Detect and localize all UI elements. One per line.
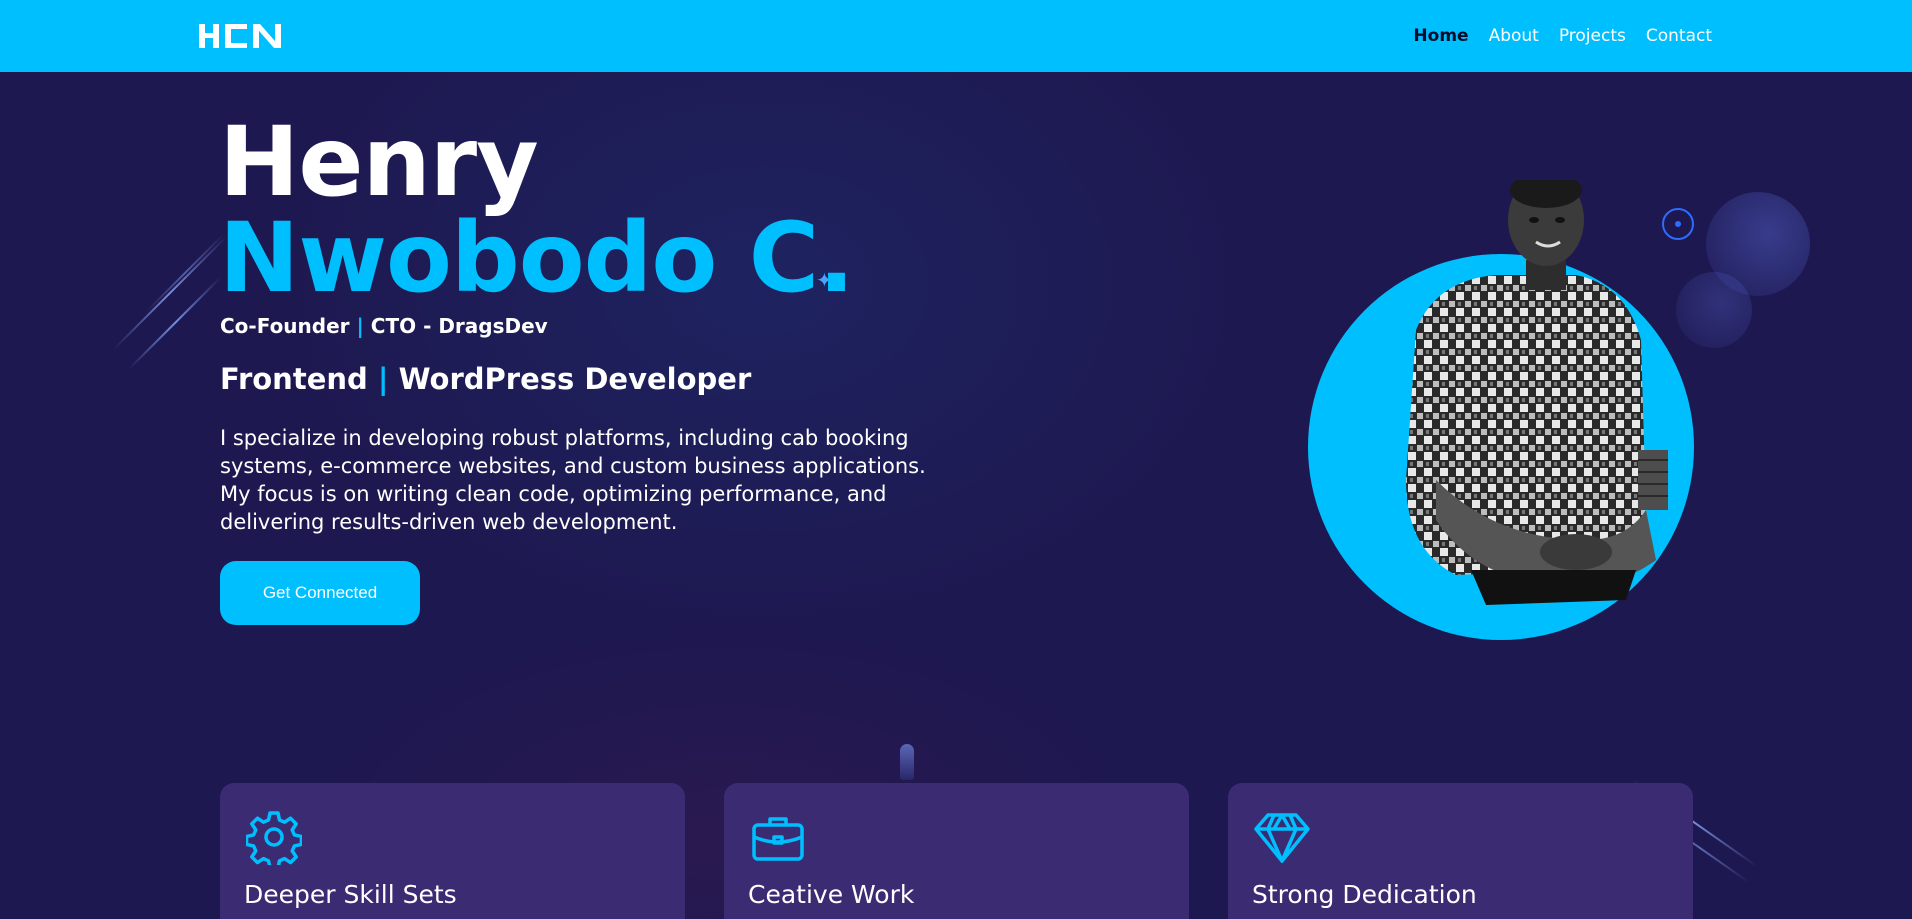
role-line: Co-Founder | CTO - DragsDev <box>220 314 548 338</box>
get-connected-button[interactable]: Get Connected <box>220 561 420 625</box>
role-separator: | <box>356 314 364 338</box>
light-streak-decoration <box>145 233 225 313</box>
card-title: Strong Dedication <box>1252 880 1477 909</box>
title-separator: | <box>377 362 389 396</box>
hero-last-name: Nwobodo C. <box>219 202 855 314</box>
job-title: Frontend | WordPress Developer <box>220 362 751 396</box>
feature-card-work: Ceative Work <box>724 783 1189 919</box>
role-cofounder: Co-Founder <box>220 314 350 338</box>
logo-mark-icon <box>199 24 281 48</box>
person-photo <box>1406 180 1668 605</box>
feature-card-skills: Deeper Skill Sets <box>220 783 685 919</box>
nav-about-link[interactable]: About <box>1489 26 1539 46</box>
diamond-icon <box>1254 813 1310 863</box>
bio-paragraph: I specialize in developing robust platfo… <box>220 426 926 534</box>
top-navbar: Home About Projects Contact <box>0 0 1912 72</box>
title-frontend: Frontend <box>220 362 368 396</box>
card-title: Ceative Work <box>748 880 915 909</box>
nav-contact-link[interactable]: Contact <box>1646 26 1712 46</box>
briefcase-icon <box>752 817 804 861</box>
light-streak-decoration <box>112 235 228 351</box>
hero-first-name: Henry <box>219 106 539 218</box>
main-nav: Home About Projects Contact <box>1413 0 1712 72</box>
gear-icon <box>246 811 302 865</box>
nav-projects-link[interactable]: Projects <box>1559 26 1626 46</box>
nav-home-link[interactable]: Home <box>1413 26 1468 46</box>
card-title: Deeper Skill Sets <box>244 880 457 909</box>
rocket-decoration <box>900 744 914 780</box>
feature-card-dedication: Strong Dedication <box>1228 783 1693 919</box>
site-logo[interactable] <box>199 22 281 50</box>
title-wordpress: WordPress Developer <box>398 362 752 396</box>
role-cto: CTO - DragsDev <box>370 314 548 338</box>
light-streak-decoration <box>128 276 222 370</box>
profile-portrait <box>1300 140 1740 660</box>
